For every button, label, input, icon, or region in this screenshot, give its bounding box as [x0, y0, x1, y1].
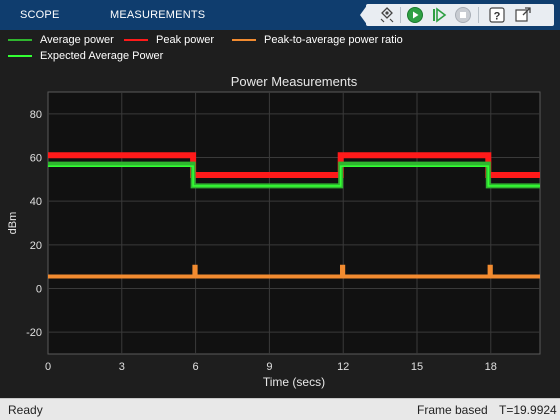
- chart-title: Power Measurements: [231, 74, 358, 89]
- quick-access-toolbar: ?: [360, 2, 560, 28]
- legend-item-peak-to-average[interactable]: Peak-to-average power ratio: [232, 33, 403, 47]
- status-bar: Ready Frame based T=19.9924: [0, 398, 560, 420]
- legend-swatch: [8, 55, 32, 57]
- toolstrip: SCOPE MEASUREMENTS ?: [0, 0, 560, 30]
- legend-item-peak-power[interactable]: Peak power: [124, 33, 214, 47]
- legend-swatch: [8, 39, 32, 41]
- legend-swatch: [232, 39, 256, 41]
- y-tick-label: 20: [30, 240, 42, 252]
- legend-label: Average power: [40, 34, 114, 46]
- tab-measurements[interactable]: MEASUREMENTS: [110, 0, 220, 30]
- stop-icon[interactable]: [454, 6, 472, 24]
- step-forward-icon[interactable]: [430, 6, 448, 24]
- legend-swatch: [124, 39, 148, 41]
- undock-icon[interactable]: [514, 6, 532, 24]
- help-icon[interactable]: ?: [488, 6, 506, 24]
- legend-item-average-power[interactable]: Average power: [8, 33, 114, 47]
- y-axis-label: dBm: [7, 212, 19, 235]
- legend-item-expected-average-power[interactable]: Expected Average Power: [8, 49, 163, 63]
- snapshot-icon[interactable]: [378, 6, 396, 24]
- x-axis-label: Time (secs): [263, 375, 325, 389]
- svg-text:?: ?: [494, 11, 501, 23]
- simulation-time: T=19.9924: [499, 403, 557, 417]
- x-tick-label: 18: [485, 361, 497, 373]
- scope-display: Power Measurements 0 3 6 9 12 15 18 -20 0 20 40 60 8…: [0, 66, 560, 398]
- status-text: Ready: [8, 403, 43, 417]
- y-tick-label: 60: [30, 153, 42, 165]
- legend-label: Expected Average Power: [40, 50, 164, 62]
- y-tick-label: 40: [30, 196, 42, 208]
- y-tick-label: 0: [36, 284, 42, 296]
- power-measurements-chart[interactable]: Power Measurements 0 3 6 9 12 15 18 -20 0 20 40 60 8…: [0, 66, 560, 398]
- x-tick-label: 6: [193, 361, 199, 373]
- processing-mode: Frame based: [417, 403, 488, 417]
- x-tick-label: 9: [266, 361, 272, 373]
- y-tick-label: -20: [26, 327, 42, 339]
- x-tick-label: 15: [411, 361, 423, 373]
- x-tick-label: 3: [119, 361, 125, 373]
- plot-legend: Average power Peak power Peak-to-average…: [0, 30, 560, 66]
- x-tick-label: 12: [337, 361, 349, 373]
- run-icon[interactable]: [406, 6, 424, 24]
- legend-label: Peak power: [156, 34, 215, 46]
- y-tick-label: 80: [30, 109, 42, 121]
- tab-scope[interactable]: SCOPE: [20, 0, 90, 30]
- x-tick-label: 0: [45, 361, 51, 373]
- legend-label: Peak-to-average power ratio: [264, 34, 403, 46]
